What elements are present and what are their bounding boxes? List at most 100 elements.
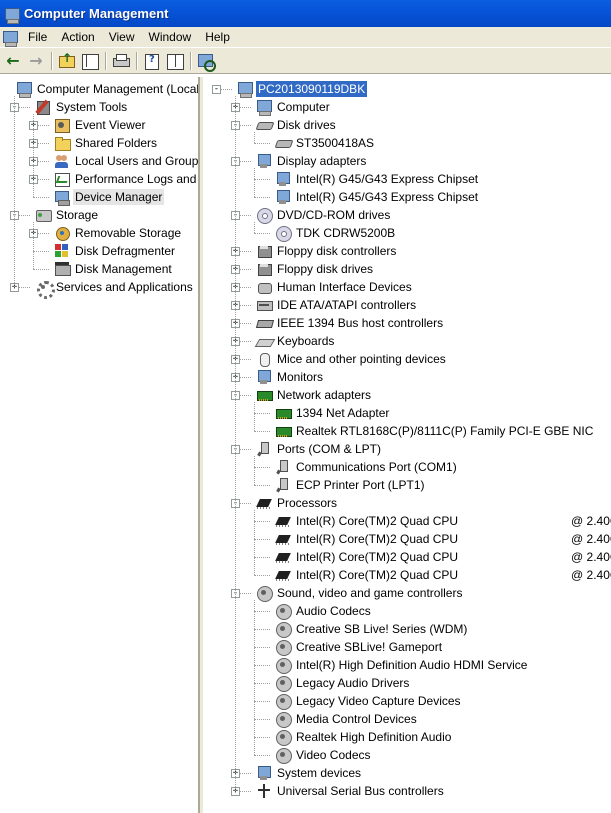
tree-item-label: DVD/CD-ROM drives	[277, 208, 391, 222]
back-arrow-icon[interactable]	[2, 51, 24, 71]
tree-connector-line	[254, 132, 255, 143]
device-tree-item[interactable]: Realtek High Definition Audio	[275, 728, 453, 746]
device-tree-pane[interactable]: - PC2013090119DBK + Computer - Disk drives ST3…	[203, 77, 611, 813]
console-tree-item[interactable]: Local Users and Groups	[54, 152, 200, 170]
device-tree-item[interactable]: TDK CDRW5200B	[275, 224, 397, 242]
up-one-level-icon[interactable]	[56, 51, 78, 71]
device-tree-item[interactable]: Video Codecs	[275, 746, 373, 764]
device-tree-item[interactable]: IDE ATA/ATAPI controllers	[256, 296, 418, 314]
tree-item-label: Realtek High Definition Audio	[296, 730, 452, 744]
console-tree-item[interactable]: Performance Logs and A	[54, 170, 198, 188]
mdi-window-icon[interactable]	[2, 30, 18, 47]
performance-icon	[54, 171, 70, 187]
menu-view[interactable]: View	[103, 30, 143, 44]
tree-item-label: Event Viewer	[75, 118, 146, 132]
menu-help[interactable]: Help	[199, 30, 238, 44]
tree-connector-line	[254, 222, 255, 233]
tree-item-label: Keyboards	[277, 334, 335, 348]
device-tree-item[interactable]: Intel(R) Core(TM)2 Quad CPU @ 2.40GHz	[275, 512, 611, 530]
tree-item-label: Mice and other pointing devices	[277, 352, 446, 366]
tree-item-label: Local Users and Groups	[75, 154, 200, 168]
console-tree-item[interactable]: System Tools	[35, 98, 129, 116]
tree-item-label: Storage	[56, 208, 99, 222]
tree-item-label: Intel(R) G45/G43 Express Chipset	[296, 172, 479, 186]
device-tree-item[interactable]: Display adapters	[256, 152, 368, 170]
help-pane-icon[interactable]	[164, 51, 186, 71]
device-tree-item[interactable]: DVD/CD-ROM drives	[256, 206, 392, 224]
device-tree-item[interactable]: Monitors	[256, 368, 325, 386]
usb-icon	[256, 783, 272, 799]
tree-connector-line	[254, 539, 270, 540]
menu-action[interactable]: Action	[55, 30, 102, 44]
console-tree-item[interactable]: Storage	[35, 206, 100, 224]
tree-item-label: Human Interface Devices	[277, 280, 412, 294]
keyboard-icon	[256, 333, 272, 349]
sound-icon	[275, 693, 292, 710]
tree-connector-line	[254, 701, 270, 702]
device-tree-item[interactable]: IEEE 1394 Bus host controllers	[256, 314, 445, 332]
device-tree-item[interactable]: Realtek RTL8168C(P)/8111C(P) Family PCI-…	[275, 422, 595, 440]
device-tree-item[interactable]: Processors	[256, 494, 339, 512]
sound-icon	[275, 747, 292, 764]
menu-file[interactable]: File	[22, 30, 55, 44]
print-icon[interactable]	[110, 51, 132, 71]
device-tree-item[interactable]: Intel(R) G45/G43 Express Chipset	[275, 188, 480, 206]
device-tree-item[interactable]: Keyboards	[256, 332, 336, 350]
console-tree-item[interactable]: Shared Folders	[54, 134, 159, 152]
device-tree-item[interactable]: Sound, video and game controllers	[256, 584, 464, 602]
port-icon	[275, 459, 291, 475]
device-tree-item[interactable]: Creative SB Live! Series (WDM)	[275, 620, 469, 638]
device-tree-item[interactable]: Intel(R) Core(TM)2 Quad CPU @ 2.40GHz	[275, 566, 611, 584]
toolbar-separator	[190, 51, 192, 70]
collapse-button[interactable]: -	[212, 85, 221, 94]
show-hide-tree-icon[interactable]	[79, 51, 101, 71]
device-tree-item[interactable]: Intel(R) Core(TM)2 Quad CPU @ 2.40GHz	[275, 548, 611, 566]
device-tree-item[interactable]: Floppy disk drives	[256, 260, 375, 278]
device-tree-item[interactable]: PC2013090119DBK	[237, 80, 368, 98]
properties-icon[interactable]	[141, 51, 163, 71]
device-tree-item[interactable]: Media Control Devices	[275, 710, 419, 728]
device-tree-item[interactable]: Computer	[256, 98, 332, 116]
device-tree-item[interactable]: Intel(R) Core(TM)2 Quad CPU @ 2.40GHz	[275, 530, 611, 548]
device-tree-item[interactable]: System devices	[256, 764, 363, 782]
tree-item-label: Removable Storage	[75, 226, 182, 240]
console-tree-item[interactable]: Disk Defragmenter	[54, 242, 177, 260]
device-tree-item[interactable]: Network adapters	[256, 386, 373, 404]
device-tree-item[interactable]: Communications Port (COM1)	[275, 458, 459, 476]
device-tree-item[interactable]: ECP Printer Port (LPT1)	[275, 476, 426, 494]
sound-icon	[275, 639, 292, 656]
console-tree-item[interactable]: Removable Storage	[54, 224, 183, 242]
tree-connector-line	[235, 96, 236, 791]
device-tree-item[interactable]: Legacy Video Capture Devices	[275, 692, 463, 710]
console-tree-item[interactable]: Disk Management	[54, 260, 174, 278]
device-tree-item[interactable]: Mice and other pointing devices	[256, 350, 448, 368]
menu-window[interactable]: Window	[143, 30, 200, 44]
tree-item-label: Floppy disk drives	[277, 262, 374, 276]
console-tree-item[interactable]: Device Manager	[54, 188, 165, 206]
console-tree-pane[interactable]: Computer Management (Local - System Tools +…	[0, 77, 200, 813]
tree-connector-line	[254, 600, 255, 755]
title-bar[interactable]: Computer Management	[0, 0, 611, 27]
device-tree-item[interactable]: Human Interface Devices	[256, 278, 414, 296]
toolbar-separator	[136, 51, 138, 70]
device-tree-item[interactable]: Ports (COM & LPT)	[256, 440, 383, 458]
device-tree-item[interactable]: Universal Serial Bus controllers	[256, 782, 446, 800]
scan-hardware-changes-icon[interactable]	[195, 51, 217, 72]
console-tree-item[interactable]: Services and Applications	[35, 278, 195, 299]
device-tree-item[interactable]: Intel(R) G45/G43 Express Chipset	[275, 170, 480, 188]
tree-item-label: Communications Port (COM1)	[296, 460, 457, 474]
tree-item-label: TDK CDRW5200B	[296, 226, 396, 240]
device-tree-item[interactable]: ST3500418AS	[275, 134, 376, 152]
device-tree-item[interactable]: Legacy Audio Drivers	[275, 674, 411, 692]
device-tree-item[interactable]: 1394 Net Adapter	[275, 404, 391, 422]
device-tree-item[interactable]: Floppy disk controllers	[256, 242, 398, 260]
console-tree-item[interactable]: Computer Management (Local	[16, 80, 198, 98]
tree-item-label: Ports (COM & LPT)	[277, 442, 382, 456]
device-tree-item[interactable]: Intel(R) High Definition Audio HDMI Serv…	[275, 656, 529, 674]
device-tree-item[interactable]: Disk drives	[256, 116, 338, 134]
forward-arrow-icon[interactable]	[25, 51, 47, 71]
device-tree-item[interactable]: Audio Codecs	[275, 602, 373, 620]
console-tree-item[interactable]: Event Viewer	[54, 116, 147, 134]
device-tree-item[interactable]: Creative SBLive! Gameport	[275, 638, 444, 656]
tree-connector-line	[254, 143, 270, 144]
